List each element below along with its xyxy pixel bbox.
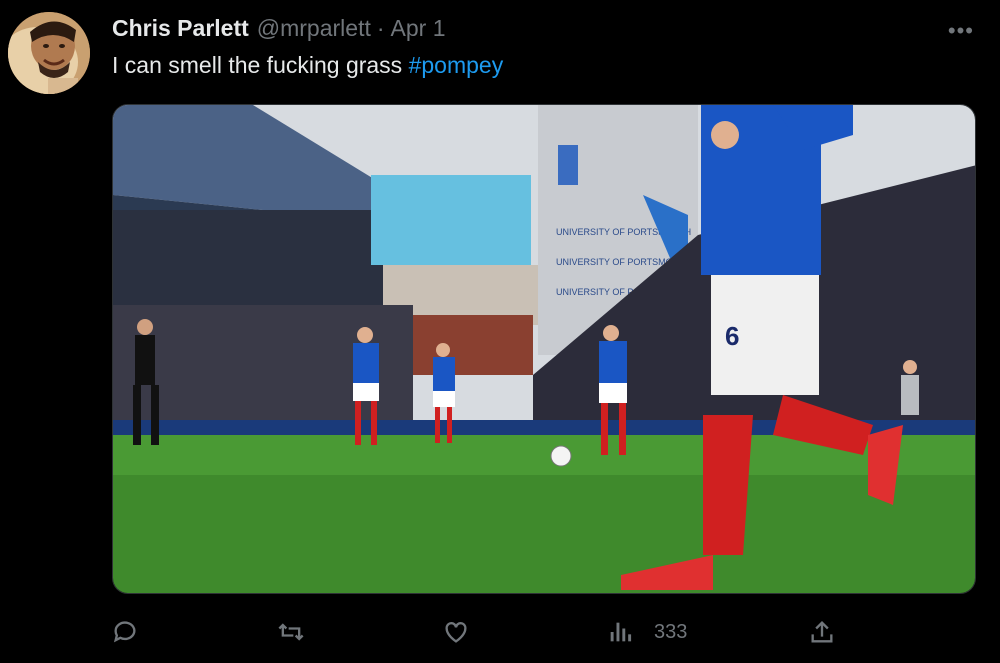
user-handle[interactable]: @mrparlett (257, 15, 371, 42)
like-button[interactable] (442, 612, 470, 652)
views-button[interactable]: 333 (606, 612, 687, 652)
avatar[interactable] (8, 12, 90, 94)
football (550, 445, 572, 467)
tweet: Chris Parlett @mrparlett · Apr 1 ••• I c… (0, 0, 1000, 663)
hashtag-link[interactable]: #pompey (409, 52, 504, 78)
university-logo (558, 145, 578, 185)
more-options-icon[interactable]: ••• (948, 18, 974, 44)
retweet-icon (278, 623, 304, 641)
tweet-header: Chris Parlett @mrparlett · Apr 1 (112, 15, 446, 45)
separator-dot: · (376, 15, 385, 41)
shirt-number: 6 (725, 321, 739, 351)
reply-icon (113, 621, 136, 643)
share-button[interactable] (808, 612, 836, 652)
referee (135, 335, 155, 385)
retweet-button[interactable] (277, 612, 305, 652)
tweet-photo[interactable]: UNIVERSITY OF PORTSMOUTH UNIVERSITY OF P… (112, 104, 976, 594)
views-count: 333 (654, 620, 688, 643)
reply-button[interactable] (111, 612, 139, 652)
heart-icon (445, 622, 467, 643)
avatar-image (8, 12, 90, 94)
action-bar: 333 (0, 612, 1000, 652)
tweet-date[interactable]: Apr 1 (391, 15, 446, 42)
stadium-photo: UNIVERSITY OF PORTSMOUTH UNIVERSITY OF P… (113, 105, 975, 593)
tweet-text: I can smell the fucking grass #pompey (112, 52, 503, 79)
tweet-body: I can smell the fucking grass (112, 52, 403, 78)
views-bar-icon (610, 622, 632, 642)
share-icon (811, 621, 833, 643)
display-name[interactable]: Chris Parlett (112, 15, 249, 42)
